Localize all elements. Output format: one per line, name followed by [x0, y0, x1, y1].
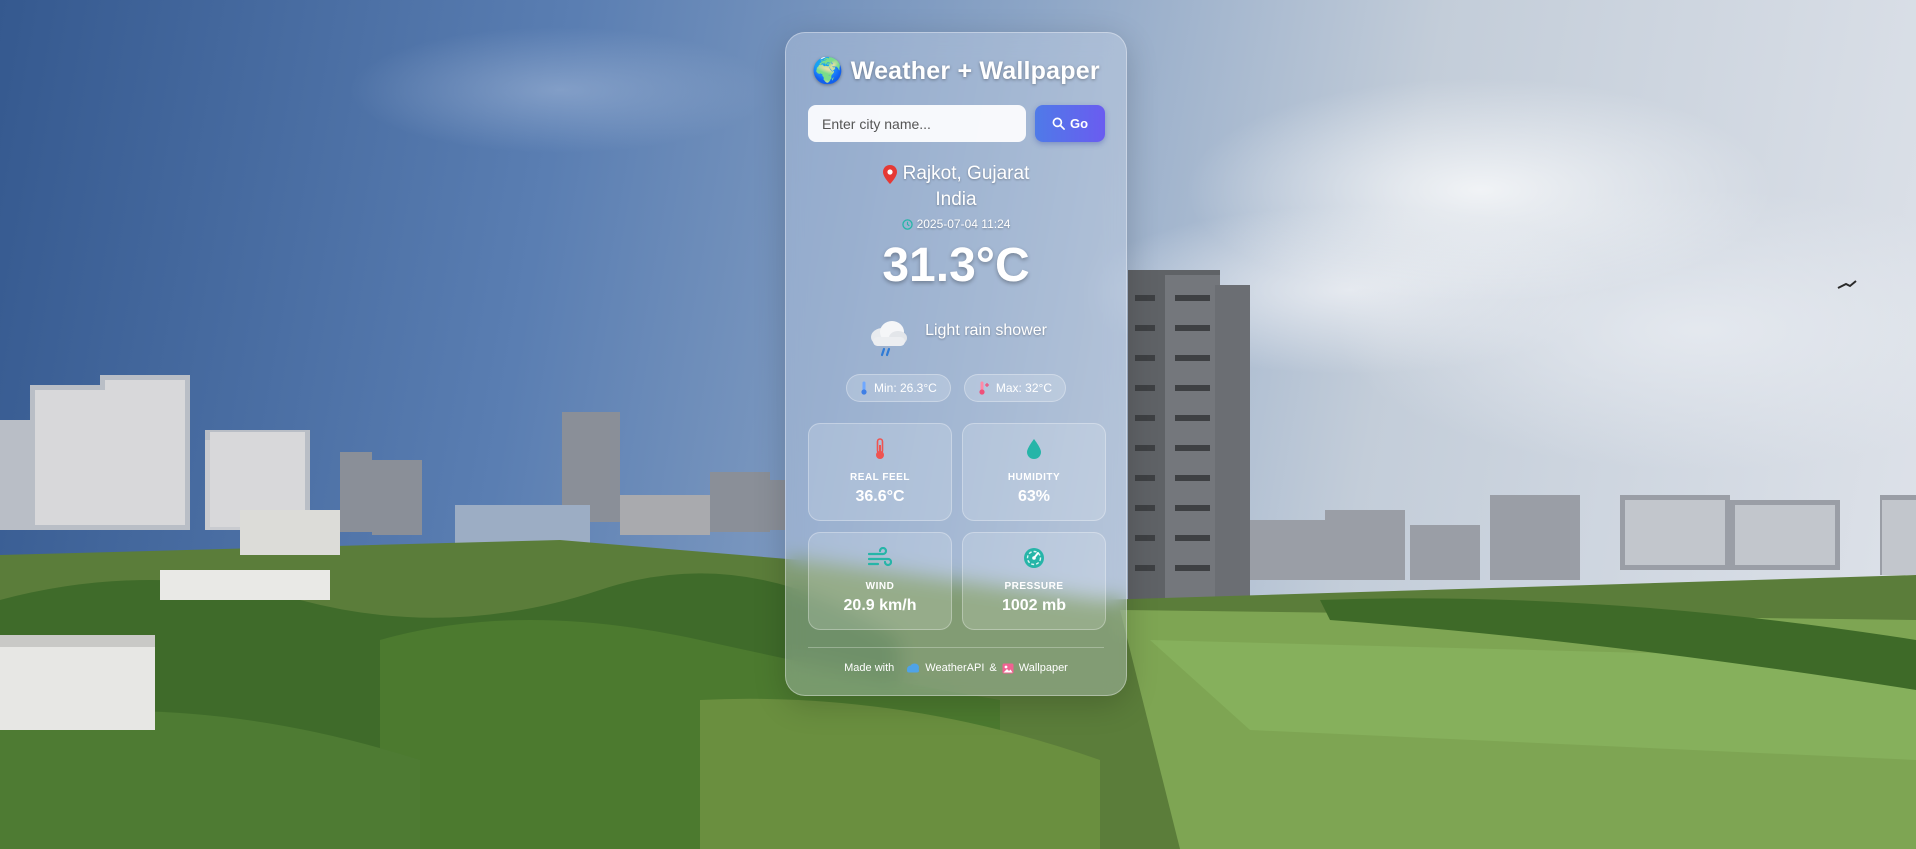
footer: Made with WeatherAPI & Wallpaper: [786, 662, 1126, 674]
wind-tile: WIND 20.9 km/h: [808, 532, 952, 630]
droplet-icon: [1027, 439, 1041, 459]
footer-api: WeatherAPI: [925, 662, 985, 674]
footer-joiner: &: [989, 662, 997, 674]
go-button[interactable]: Go: [1035, 105, 1105, 142]
humidity-tile: HUMIDITY 63%: [962, 423, 1106, 521]
clock-icon: [901, 218, 913, 230]
temperature-range: Min: 26.3°C Max: 32°C: [786, 374, 1126, 402]
wind-value: 20.9 km/h: [843, 597, 917, 614]
location-city: Rajkot, Gujarat: [786, 163, 1126, 185]
local-datetime: 2025-07-04 11:24: [786, 217, 1126, 231]
condition-text: Light rain shower: [925, 322, 1047, 339]
humidity-label: HUMIDITY: [1007, 472, 1061, 483]
wind-label: WIND: [865, 581, 895, 592]
pressure-value: 1002 mb: [1001, 597, 1067, 614]
thermometer-low-icon: [861, 381, 867, 395]
cloud-rain-icon: [871, 321, 908, 357]
globe-icon: 🌍: [812, 57, 844, 85]
min-temp-pill: Min: 26.3°C: [846, 374, 951, 402]
app-title: 🌍 Weather + Wallpaper: [786, 57, 1126, 86]
weather-condition: Light rain shower: [786, 311, 1126, 361]
footer-wallpaper: Wallpaper: [1018, 662, 1068, 674]
footer-prefix: Made with: [844, 662, 895, 674]
real-feel-value: 36.6°C: [855, 488, 905, 505]
humidity-value: 63%: [1017, 488, 1051, 505]
cloud-icon: [907, 663, 920, 673]
real-feel-tile: REAL FEEL 36.6°C: [808, 423, 952, 521]
gauge-icon: [1024, 548, 1044, 568]
magnifier-icon: [1052, 117, 1065, 130]
picture-icon: [1002, 663, 1014, 673]
max-temp-pill: Max: 32°C: [963, 374, 1066, 402]
location-country: India: [935, 189, 977, 210]
go-button-label: Go: [1069, 116, 1089, 131]
pressure-label: PRESSURE: [1004, 581, 1064, 592]
real-feel-label: REAL FEEL: [850, 472, 910, 483]
location-city-text: Rajkot, Gujarat: [902, 163, 1030, 184]
map-pin-icon: [882, 164, 897, 184]
max-temp-text: Max: 32°C: [995, 381, 1052, 395]
app-title-text: Weather + Wallpaper: [850, 57, 1100, 85]
current-temperature: 31.3°C: [882, 239, 1030, 292]
footer-divider: [808, 647, 1104, 648]
wind-icon: [868, 547, 892, 567]
thermometer-high-icon: [979, 381, 989, 395]
city-search-input[interactable]: [808, 105, 1026, 142]
pressure-tile: PRESSURE 1002 mb: [962, 532, 1106, 630]
weather-card: 🌍 Weather + Wallpaper Go Rajkot, Gujarat…: [785, 32, 1127, 696]
datetime-text: 2025-07-04 11:24: [916, 217, 1011, 231]
thermometer-icon: [876, 438, 884, 459]
min-temp-text: Min: 26.3°C: [874, 381, 937, 395]
